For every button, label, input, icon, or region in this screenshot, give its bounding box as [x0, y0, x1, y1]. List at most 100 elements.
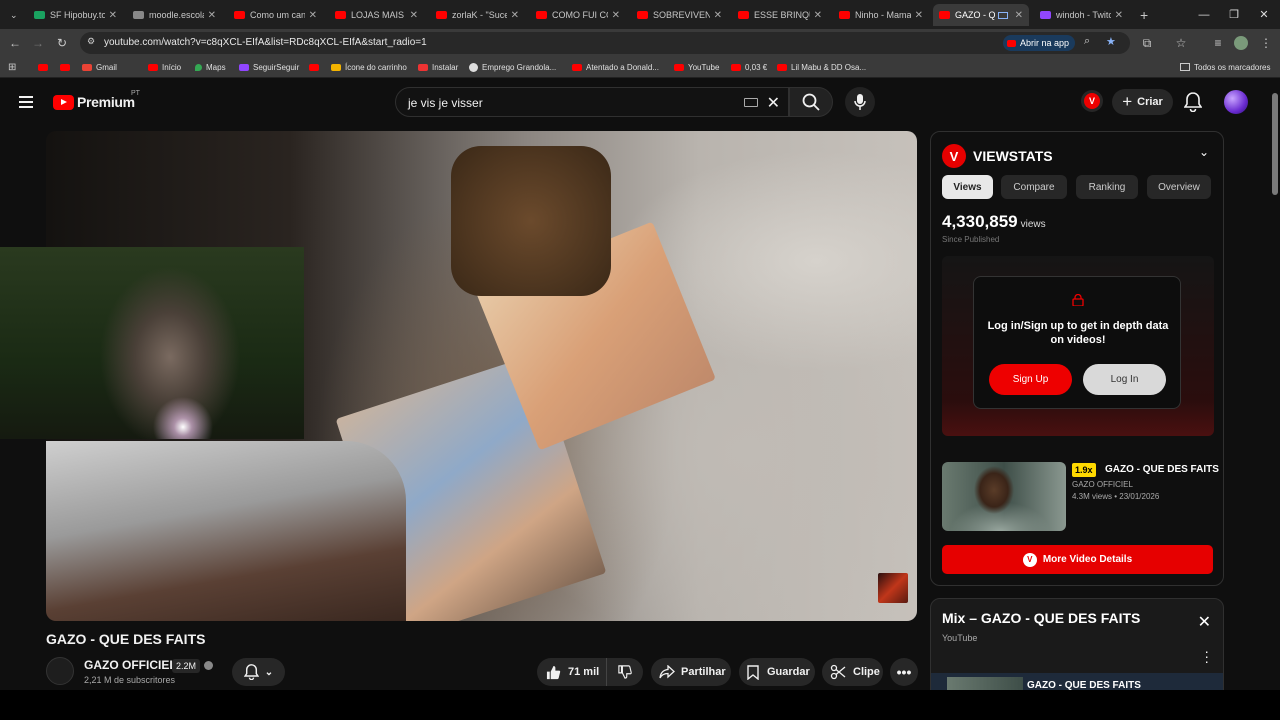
search-query[interactable]: je vis je visser [408, 96, 483, 110]
bookmark-youtube[interactable]: YouTube [674, 59, 719, 75]
more-actions-button[interactable]: ••• [890, 658, 918, 686]
channel-avatar[interactable] [46, 657, 74, 685]
close-icon[interactable]: ✕ [109, 10, 117, 21]
close-icon[interactable]: ✕ [1115, 10, 1123, 21]
bookmark-item[interactable] [309, 59, 323, 75]
close-icon[interactable]: ✕ [714, 10, 722, 21]
bookmark-item[interactable] [60, 59, 74, 75]
menu-icon[interactable] [19, 96, 33, 108]
channel-name[interactable]: GAZO OFFICIEL [84, 658, 177, 672]
tab-ranking[interactable]: Ranking [1076, 175, 1138, 199]
tab[interactable]: COMO FUI CO ✕ [530, 4, 626, 26]
close-window-button[interactable]: ✕ [1248, 0, 1280, 29]
bookmark-item[interactable] [38, 59, 52, 75]
restore-button[interactable]: ❐ [1218, 0, 1250, 29]
search-input[interactable]: je vis je visser ✕ [395, 87, 789, 117]
clear-search-icon[interactable]: ✕ [767, 93, 780, 113]
url-text[interactable]: youtube.com/watch?v=c8qXCL-EIfA&list=RDc… [104, 37, 427, 48]
bookmark-instalar[interactable]: Instalar [418, 59, 458, 75]
dislike-button[interactable] [607, 658, 643, 686]
like-button[interactable]: 71 mil [537, 658, 607, 686]
subscription-bell-button[interactable]: ⌄ [232, 658, 285, 686]
viewstats-logo-icon: V [942, 144, 966, 168]
close-icon[interactable]: ✕ [410, 10, 418, 21]
new-tab-button[interactable]: + [1134, 4, 1154, 26]
bookmark-atentado[interactable]: Atentado a Donald... [572, 59, 659, 75]
browser-menu-icon[interactable]: ⋮ [1256, 33, 1276, 53]
reload-button[interactable]: ↻ [52, 33, 72, 53]
tab[interactable]: zorlaK - "Suce ✕ [430, 4, 525, 26]
search-button[interactable] [789, 87, 833, 117]
tab-compare[interactable]: Compare [1001, 175, 1067, 199]
forward-button[interactable]: → [28, 33, 48, 53]
close-icon[interactable]: ✕ [309, 10, 317, 21]
tab-search-icon[interactable]: ☆ [1171, 33, 1191, 53]
tab[interactable]: LOJAS MAIS ES✕ [329, 4, 424, 26]
zoom-icon[interactable]: ⌕ [1084, 35, 1090, 48]
log-in-button[interactable]: Log In [1083, 364, 1166, 395]
omnibox[interactable]: ⚙ youtube.com/watch?v=c8qXCL-EIfA&list=R… [80, 32, 1130, 54]
tab[interactable]: SF Hipobuy.to ✕ [28, 4, 123, 26]
apps-icon[interactable]: ⊞ [8, 59, 16, 75]
close-icon[interactable]: ✕ [814, 10, 822, 21]
more-video-details-button[interactable]: V More Video Details [942, 545, 1213, 574]
close-icon[interactable]: ✕ [1198, 612, 1211, 632]
bookmark-star-icon[interactable]: ★ [1106, 35, 1116, 48]
sign-up-button[interactable]: Sign Up [989, 364, 1072, 395]
close-icon[interactable]: ✕ [208, 10, 216, 21]
folder-icon [1180, 63, 1190, 71]
close-icon[interactable]: ✕ [1015, 10, 1023, 21]
bookmark-gmail[interactable]: Gmail [82, 59, 117, 75]
site-info-icon[interactable]: ⚙ [87, 36, 95, 47]
back-button[interactable]: ← [5, 33, 25, 53]
related-video-title[interactable]: GAZO - QUE DES FAITS [1105, 464, 1219, 475]
notifications-button[interactable] [1184, 92, 1202, 112]
tab[interactable]: SOBREVIVENDO✕ [631, 4, 728, 26]
tab-overview[interactable]: Overview [1147, 175, 1211, 199]
page-scrollbar[interactable] [1270, 79, 1280, 691]
like-dislike-group: 71 mil [537, 658, 643, 686]
save-button[interactable]: Guardar [739, 658, 815, 686]
close-icon[interactable]: ✕ [915, 10, 923, 21]
tab-list-dropdown[interactable]: ⌄ [4, 4, 24, 26]
close-icon[interactable]: ✕ [511, 10, 519, 21]
share-button[interactable]: Partilhar [651, 658, 731, 686]
viewstats-extension-button[interactable]: V [1081, 90, 1103, 112]
bookmark-inicio[interactable]: Início [148, 59, 181, 75]
tab[interactable]: windoh - Twitc ✕ [1034, 4, 1129, 26]
youtube-header: Premium PT je vis je visser ✕ V + Criar [0, 79, 1280, 125]
tab[interactable]: moodle.escola ✕ [127, 4, 222, 26]
more-vertical-icon[interactable]: · · · [1204, 644, 1209, 668]
bookmark-price[interactable]: 0,03 € [731, 59, 767, 75]
media-controls-icon[interactable]: ≡ [1208, 33, 1228, 53]
clip-button[interactable]: Clipe [822, 658, 883, 686]
tab[interactable]: Ninho - Mama ✕ [833, 4, 929, 26]
tab[interactable]: ESSE BRINQUE✕ [732, 4, 828, 26]
microphone-icon [854, 94, 866, 110]
bookmark-emprego[interactable]: Emprego Grandola... [469, 59, 556, 75]
maps-icon [195, 63, 202, 71]
open-in-app-button[interactable]: Abrir na app [1003, 35, 1076, 51]
keyboard-icon[interactable] [744, 98, 758, 107]
extensions-icon[interactable]: ⧉ [1137, 33, 1157, 53]
youtube-favicon-icon [939, 11, 950, 19]
youtube-favicon-icon [60, 63, 70, 71]
bookmark-seguir[interactable]: SeguirSeguir [239, 59, 299, 75]
tab-active[interactable]: GAZO - QU✕ [933, 4, 1029, 26]
avatar[interactable] [1224, 90, 1248, 114]
bookmark-lilmabu[interactable]: Lil Mabu & DD Osa... [777, 59, 866, 75]
related-video-thumbnail[interactable] [942, 462, 1066, 531]
youtube-premium-logo[interactable]: Premium PT [53, 90, 140, 110]
profile-icon[interactable] [1231, 33, 1251, 53]
tab-views[interactable]: Views [942, 175, 993, 199]
voice-search-button[interactable] [845, 87, 875, 117]
close-icon[interactable]: ✕ [612, 10, 620, 21]
minimize-button[interactable]: — [1188, 0, 1220, 29]
scrollbar-thumb[interactable] [1272, 93, 1278, 195]
bookmark-carrinho[interactable]: Ícone do carrinho [331, 59, 407, 75]
tab[interactable]: Como um cana✕ [228, 4, 323, 26]
create-button[interactable]: + Criar [1112, 89, 1173, 115]
bookmark-maps[interactable]: Maps [195, 59, 226, 75]
all-bookmarks-folder[interactable]: Todos os marcadores [1180, 59, 1270, 75]
chevron-down-icon[interactable]: ⌄ [1199, 145, 1209, 159]
